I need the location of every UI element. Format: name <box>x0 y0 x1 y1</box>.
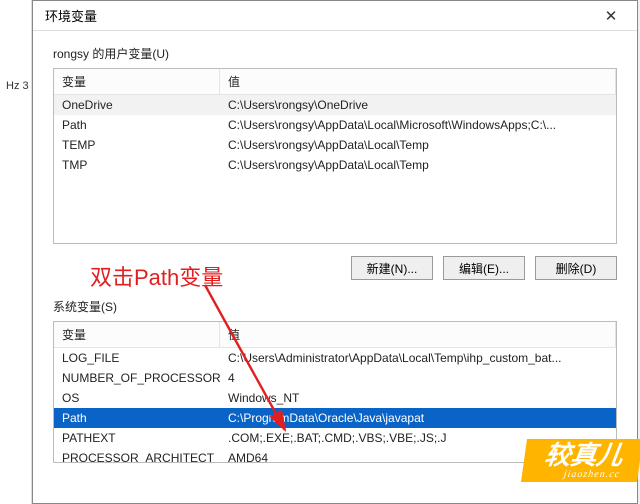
user-vars-table[interactable]: 变量 值 OneDrive C:\Users\rongsy\OneDrive P… <box>53 68 617 244</box>
table-row[interactable]: NUMBER_OF_PROCESSORS 4 <box>54 368 616 388</box>
table-row[interactable]: OS Windows_NT <box>54 388 616 408</box>
cell-var: NUMBER_OF_PROCESSORS <box>54 368 220 388</box>
cell-var: TMP <box>54 155 220 175</box>
col-var[interactable]: 变量 <box>54 322 220 347</box>
table-row[interactable]: TMP C:\Users\rongsy\AppData\Local\Temp <box>54 155 616 175</box>
table-header: 变量 值 <box>54 69 616 95</box>
bg-hz-text: Hz 3 <box>6 80 29 92</box>
col-var[interactable]: 变量 <box>54 69 220 94</box>
table-row[interactable]: LOG_FILE C:\Users\Administrator\AppData\… <box>54 348 616 368</box>
table-row-selected[interactable]: Path C:\ProgramData\Oracle\Java\javapat <box>54 408 616 428</box>
table-row[interactable]: Path C:\Users\rongsy\AppData\Local\Micro… <box>54 115 616 135</box>
user-vars-label: rongsy 的用户变量(U) <box>53 45 617 62</box>
col-val[interactable]: 值 <box>220 322 616 347</box>
cell-var: Path <box>54 408 220 428</box>
env-vars-dialog: 环境变量 ✕ rongsy 的用户变量(U) 变量 值 OneDrive C:\… <box>32 0 638 504</box>
watermark-big: 较真儿 <box>543 443 625 469</box>
dialog-title: 环境变量 <box>45 6 97 25</box>
cell-var: PROCESSOR_ARCHITECT <box>54 448 220 463</box>
cell-val: C:\Users\rongsy\OneDrive <box>220 95 616 115</box>
cell-var: LOG_FILE <box>54 348 220 368</box>
watermark: 较真儿 jiaozhen.cc <box>521 439 640 482</box>
table-header: 变量 值 <box>54 322 616 348</box>
table-row[interactable]: TEMP C:\Users\rongsy\AppData\Local\Temp <box>54 135 616 155</box>
cell-var: Path <box>54 115 220 135</box>
new-button[interactable]: 新建(N)... <box>351 256 433 280</box>
cell-val: C:\Users\rongsy\AppData\Local\Microsoft\… <box>220 115 616 135</box>
cell-val: 4 <box>220 368 616 388</box>
col-val[interactable]: 值 <box>220 69 616 94</box>
watermark-small: jiaozhen.cc <box>541 469 621 480</box>
user-vars-section: rongsy 的用户变量(U) 变量 值 OneDrive C:\Users\r… <box>53 45 617 280</box>
cell-val: C:\Users\rongsy\AppData\Local\Temp <box>220 155 616 175</box>
cell-var: PATHEXT <box>54 428 220 448</box>
titlebar: 环境变量 ✕ <box>33 1 637 31</box>
sys-vars-label: 系统变量(S) <box>53 298 617 315</box>
dialog-body: rongsy 的用户变量(U) 变量 值 OneDrive C:\Users\r… <box>33 31 637 477</box>
background-panel: Hz 3 <box>0 0 32 504</box>
edit-button[interactable]: 编辑(E)... <box>443 256 525 280</box>
table-row[interactable]: OneDrive C:\Users\rongsy\OneDrive <box>54 95 616 115</box>
cell-val: C:\ProgramData\Oracle\Java\javapat <box>220 408 616 428</box>
cell-val: C:\Users\Administrator\AppData\Local\Tem… <box>220 348 616 368</box>
delete-button[interactable]: 删除(D) <box>535 256 617 280</box>
user-buttons: 新建(N)... 编辑(E)... 删除(D) <box>53 256 617 280</box>
cell-var: TEMP <box>54 135 220 155</box>
cell-val: C:\Users\rongsy\AppData\Local\Temp <box>220 135 616 155</box>
close-icon[interactable]: ✕ <box>593 4 629 28</box>
cell-var: OneDrive <box>54 95 220 115</box>
cell-val: Windows_NT <box>220 388 616 408</box>
cell-var: OS <box>54 388 220 408</box>
